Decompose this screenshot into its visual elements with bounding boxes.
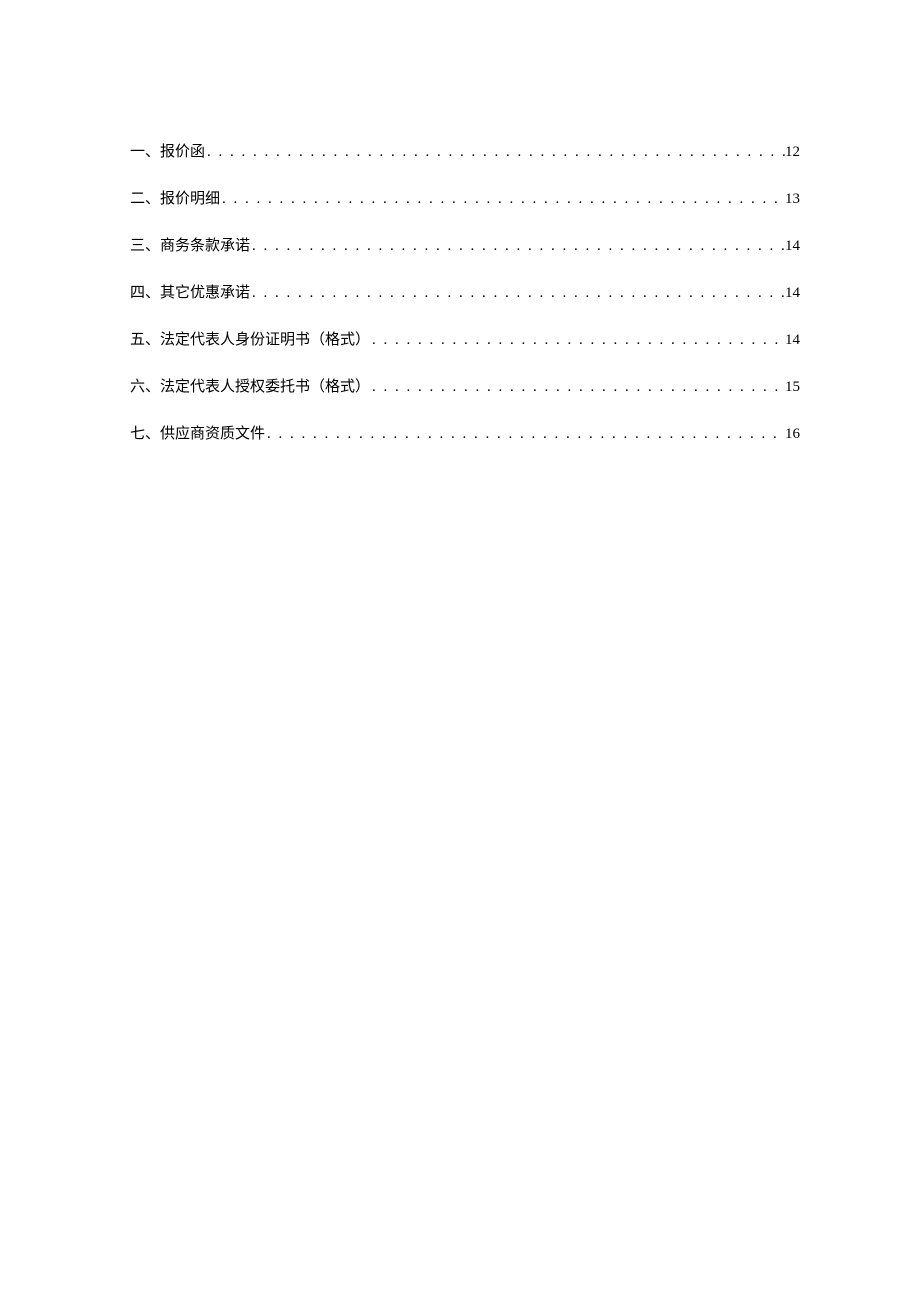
toc-entry: 一、报价函 . . . . . . . . . . . . . . . . . …	[130, 140, 800, 161]
toc-entry: 二、报价明细 . . . . . . . . . . . . . . . . .…	[130, 187, 800, 208]
toc-page-number: 14	[785, 285, 800, 302]
toc-leader-dots: . . . . . . . . . . . . . . . . . . . . …	[370, 379, 785, 396]
toc-label: 六、法定代表人授权委托书（格式）	[130, 375, 370, 396]
table-of-contents: 一、报价函 . . . . . . . . . . . . . . . . . …	[130, 140, 800, 443]
toc-page-number: 12	[785, 144, 800, 161]
toc-page-number: 13	[785, 191, 800, 208]
toc-label: 五、法定代表人身份证明书（格式）	[130, 328, 370, 349]
toc-page-number: 15	[785, 379, 800, 396]
toc-leader-dots: . . . . . . . . . . . . . . . . . . . . …	[205, 144, 785, 161]
toc-page-number: 14	[785, 238, 800, 255]
toc-entry: 七、供应商资质文件 . . . . . . . . . . . . . . . …	[130, 422, 800, 443]
toc-page-number: 14	[785, 332, 800, 349]
toc-label: 三、商务条款承诺	[130, 234, 250, 255]
toc-leader-dots: . . . . . . . . . . . . . . . . . . . . …	[250, 238, 785, 255]
toc-entry: 四、其它优惠承诺 . . . . . . . . . . . . . . . .…	[130, 281, 800, 302]
toc-label: 一、报价函	[130, 140, 205, 161]
toc-leader-dots: . . . . . . . . . . . . . . . . . . . . …	[265, 426, 785, 443]
toc-label: 四、其它优惠承诺	[130, 281, 250, 302]
toc-leader-dots: . . . . . . . . . . . . . . . . . . . . …	[220, 191, 785, 208]
toc-page-number: 16	[785, 426, 800, 443]
toc-entry: 五、法定代表人身份证明书（格式） . . . . . . . . . . . .…	[130, 328, 800, 349]
toc-label: 二、报价明细	[130, 187, 220, 208]
toc-entry: 六、法定代表人授权委托书（格式） . . . . . . . . . . . .…	[130, 375, 800, 396]
toc-entry: 三、商务条款承诺 . . . . . . . . . . . . . . . .…	[130, 234, 800, 255]
toc-leader-dots: . . . . . . . . . . . . . . . . . . . . …	[250, 285, 785, 302]
toc-label: 七、供应商资质文件	[130, 422, 265, 443]
toc-leader-dots: . . . . . . . . . . . . . . . . . . . . …	[370, 332, 785, 349]
